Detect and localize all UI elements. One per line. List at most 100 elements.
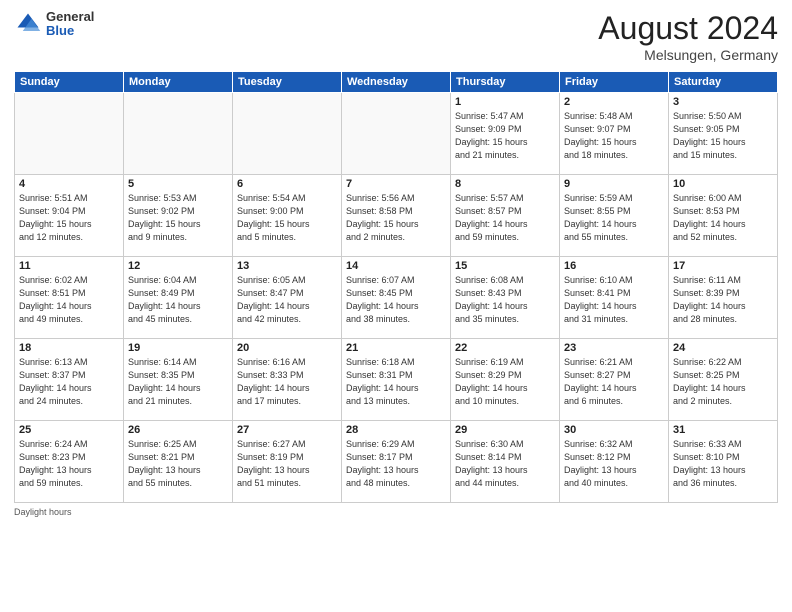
calendar-cell: 27Sunrise: 6:27 AMSunset: 8:19 PMDayligh… (233, 421, 342, 503)
day-info: Sunrise: 6:14 AMSunset: 8:35 PMDaylight:… (128, 356, 228, 408)
calendar-cell: 7 Sunrise: 5:56 AMSunset: 8:58 PMDaylight… (342, 175, 451, 257)
calendar-cell: 9Sunrise: 5:59 AMSunset: 8:55 PMDaylight… (560, 175, 669, 257)
col-header-monday: Monday (124, 72, 233, 93)
day-info: Sunrise: 6:24 AMSunset: 8:23 PMDaylight:… (19, 438, 119, 490)
day-number: 28 (346, 424, 446, 436)
day-info: Sunrise: 6:21 AMSunset: 8:27 PMDaylight:… (564, 356, 664, 408)
day-number: 5 (128, 178, 228, 190)
logo-text: General Blue (46, 10, 94, 39)
day-number: 19 (128, 342, 228, 354)
calendar-cell: 31 Sunrise: 6:33 AMSunset: 8:10 PMDayligh… (669, 421, 778, 503)
day-info: Sunrise: 6:22 AMSunset: 8:25 PMDaylight:… (673, 356, 773, 408)
day-info: Sunrise: 5:48 AMSunset: 9:07 PMDaylight:… (564, 110, 664, 162)
day-info: Sunrise: 6:30 AMSunset: 8:14 PMDaylight:… (455, 438, 555, 490)
calendar-cell: 30Sunrise: 6:32 AMSunset: 8:12 PMDayligh… (560, 421, 669, 503)
day-info: Sunrise: 6:02 AMSunset: 8:51 PMDaylight:… (19, 274, 119, 326)
logo: General Blue (14, 10, 94, 39)
calendar-cell (124, 93, 233, 175)
day-number: 20 (237, 342, 337, 354)
calendar-cell: 20 Sunrise: 6:16 AMSunset: 8:33 PMDayligh… (233, 339, 342, 421)
calendar-cell: 28Sunrise: 6:29 AMSunset: 8:17 PMDayligh… (342, 421, 451, 503)
day-number: 10 (673, 178, 773, 190)
day-info: Sunrise: 6:33 AMSunset: 8:10 PMDaylight:… (673, 438, 773, 490)
day-number: 27 (237, 424, 337, 436)
col-header-sunday: Sunday (15, 72, 124, 93)
calendar-cell: 10Sunrise: 6:00 AMSunset: 8:53 PMDayligh… (669, 175, 778, 257)
calendar-cell: 26Sunrise: 6:25 AMSunset: 8:21 PMDayligh… (124, 421, 233, 503)
day-info: Sunrise: 6:32 AMSunset: 8:12 PMDaylight:… (564, 438, 664, 490)
day-info: Sunrise: 6:16 AMSunset: 8:33 PMDaylight:… (237, 356, 337, 408)
day-info: Sunrise: 6:10 AMSunset: 8:41 PMDaylight:… (564, 274, 664, 326)
day-number: 3 (673, 96, 773, 108)
day-number: 11 (19, 260, 119, 272)
header-row: SundayMondayTuesdayWednesdayThursdayFrid… (15, 72, 778, 93)
calendar-cell: 11 Sunrise: 6:02 AMSunset: 8:51 PMDayligh… (15, 257, 124, 339)
day-number: 12 (128, 260, 228, 272)
calendar-cell: 4 Sunrise: 5:51 AMSunset: 9:04 PMDaylight… (15, 175, 124, 257)
col-header-saturday: Saturday (669, 72, 778, 93)
calendar-header: SundayMondayTuesdayWednesdayThursdayFrid… (15, 72, 778, 93)
calendar-cell (342, 93, 451, 175)
calendar-row-4: 25 Sunrise: 6:24 AMSunset: 8:23 PMDayligh… (15, 421, 778, 503)
calendar-cell: 16 Sunrise: 6:10 AMSunset: 8:41 PMDayligh… (560, 257, 669, 339)
day-number: 25 (19, 424, 119, 436)
day-info: Sunrise: 6:19 AMSunset: 8:29 PMDaylight:… (455, 356, 555, 408)
calendar-body: 1Sunrise: 5:47 AMSunset: 9:09 PMDaylight… (15, 93, 778, 503)
day-info: Sunrise: 6:13 AMSunset: 8:37 PMDaylight:… (19, 356, 119, 408)
day-number: 2 (564, 96, 664, 108)
calendar-cell: 3 Sunrise: 5:50 AMSunset: 9:05 PMDaylight… (669, 93, 778, 175)
day-number: 15 (455, 260, 555, 272)
calendar-cell: 29 Sunrise: 6:30 AMSunset: 8:14 PMDayligh… (451, 421, 560, 503)
day-info: Sunrise: 6:07 AMSunset: 8:45 PMDaylight:… (346, 274, 446, 326)
calendar-cell: 23 Sunrise: 6:21 AMSunset: 8:27 PMDayligh… (560, 339, 669, 421)
day-number: 18 (19, 342, 119, 354)
page: General Blue August 2024 Melsungen, Germ… (0, 0, 792, 612)
calendar-cell: 21 Sunrise: 6:18 AMSunset: 8:31 PMDayligh… (342, 339, 451, 421)
logo-blue-label: Blue (46, 24, 94, 38)
day-number: 29 (455, 424, 555, 436)
logo-icon (14, 10, 42, 38)
title-block: August 2024 Melsungen, Germany (598, 10, 778, 63)
calendar-cell: 19 Sunrise: 6:14 AMSunset: 8:35 PMDayligh… (124, 339, 233, 421)
header: General Blue August 2024 Melsungen, Germ… (14, 10, 778, 63)
day-info: Sunrise: 6:18 AMSunset: 8:31 PMDaylight:… (346, 356, 446, 408)
day-number: 13 (237, 260, 337, 272)
day-info: Sunrise: 5:53 AMSunset: 9:02 PMDaylight:… (128, 192, 228, 244)
day-number: 31 (673, 424, 773, 436)
day-number: 7 (346, 178, 446, 190)
day-number: 9 (564, 178, 664, 190)
day-number: 23 (564, 342, 664, 354)
calendar-row-3: 18 Sunrise: 6:13 AMSunset: 8:37 PMDayligh… (15, 339, 778, 421)
day-info: Sunrise: 6:04 AMSunset: 8:49 PMDaylight:… (128, 274, 228, 326)
day-info: Sunrise: 6:25 AMSunset: 8:21 PMDaylight:… (128, 438, 228, 490)
day-number: 6 (237, 178, 337, 190)
day-number: 16 (564, 260, 664, 272)
day-number: 8 (455, 178, 555, 190)
col-header-friday: Friday (560, 72, 669, 93)
calendar-cell: 18 Sunrise: 6:13 AMSunset: 8:37 PMDayligh… (15, 339, 124, 421)
calendar-cell: 24Sunrise: 6:22 AMSunset: 8:25 PMDayligh… (669, 339, 778, 421)
calendar-cell: 2 Sunrise: 5:48 AMSunset: 9:07 PMDaylight… (560, 93, 669, 175)
calendar-cell (15, 93, 124, 175)
day-info: Sunrise: 6:08 AMSunset: 8:43 PMDaylight:… (455, 274, 555, 326)
logo-general-label: General (46, 10, 94, 24)
location: Melsungen, Germany (598, 47, 778, 63)
day-number: 21 (346, 342, 446, 354)
day-info: Sunrise: 5:56 AMSunset: 8:58 PMDaylight:… (346, 192, 446, 244)
col-header-thursday: Thursday (451, 72, 560, 93)
day-info: Sunrise: 6:11 AMSunset: 8:39 PMDaylight:… (673, 274, 773, 326)
calendar-table: SundayMondayTuesdayWednesdayThursdayFrid… (14, 71, 778, 503)
day-info: Sunrise: 6:05 AMSunset: 8:47 PMDaylight:… (237, 274, 337, 326)
day-info: Sunrise: 5:54 AMSunset: 9:00 PMDaylight:… (237, 192, 337, 244)
day-info: Sunrise: 5:51 AMSunset: 9:04 PMDaylight:… (19, 192, 119, 244)
calendar-cell: 12 Sunrise: 6:04 AMSunset: 8:49 PMDayligh… (124, 257, 233, 339)
day-number: 4 (19, 178, 119, 190)
calendar-cell (233, 93, 342, 175)
calendar-cell: 8Sunrise: 5:57 AMSunset: 8:57 PMDaylight… (451, 175, 560, 257)
day-number: 17 (673, 260, 773, 272)
month-year: August 2024 (598, 10, 778, 47)
calendar-cell: 17 Sunrise: 6:11 AMSunset: 8:39 PMDayligh… (669, 257, 778, 339)
day-info: Sunrise: 5:50 AMSunset: 9:05 PMDaylight:… (673, 110, 773, 162)
day-number: 22 (455, 342, 555, 354)
footer-note: Daylight hours (14, 507, 778, 517)
